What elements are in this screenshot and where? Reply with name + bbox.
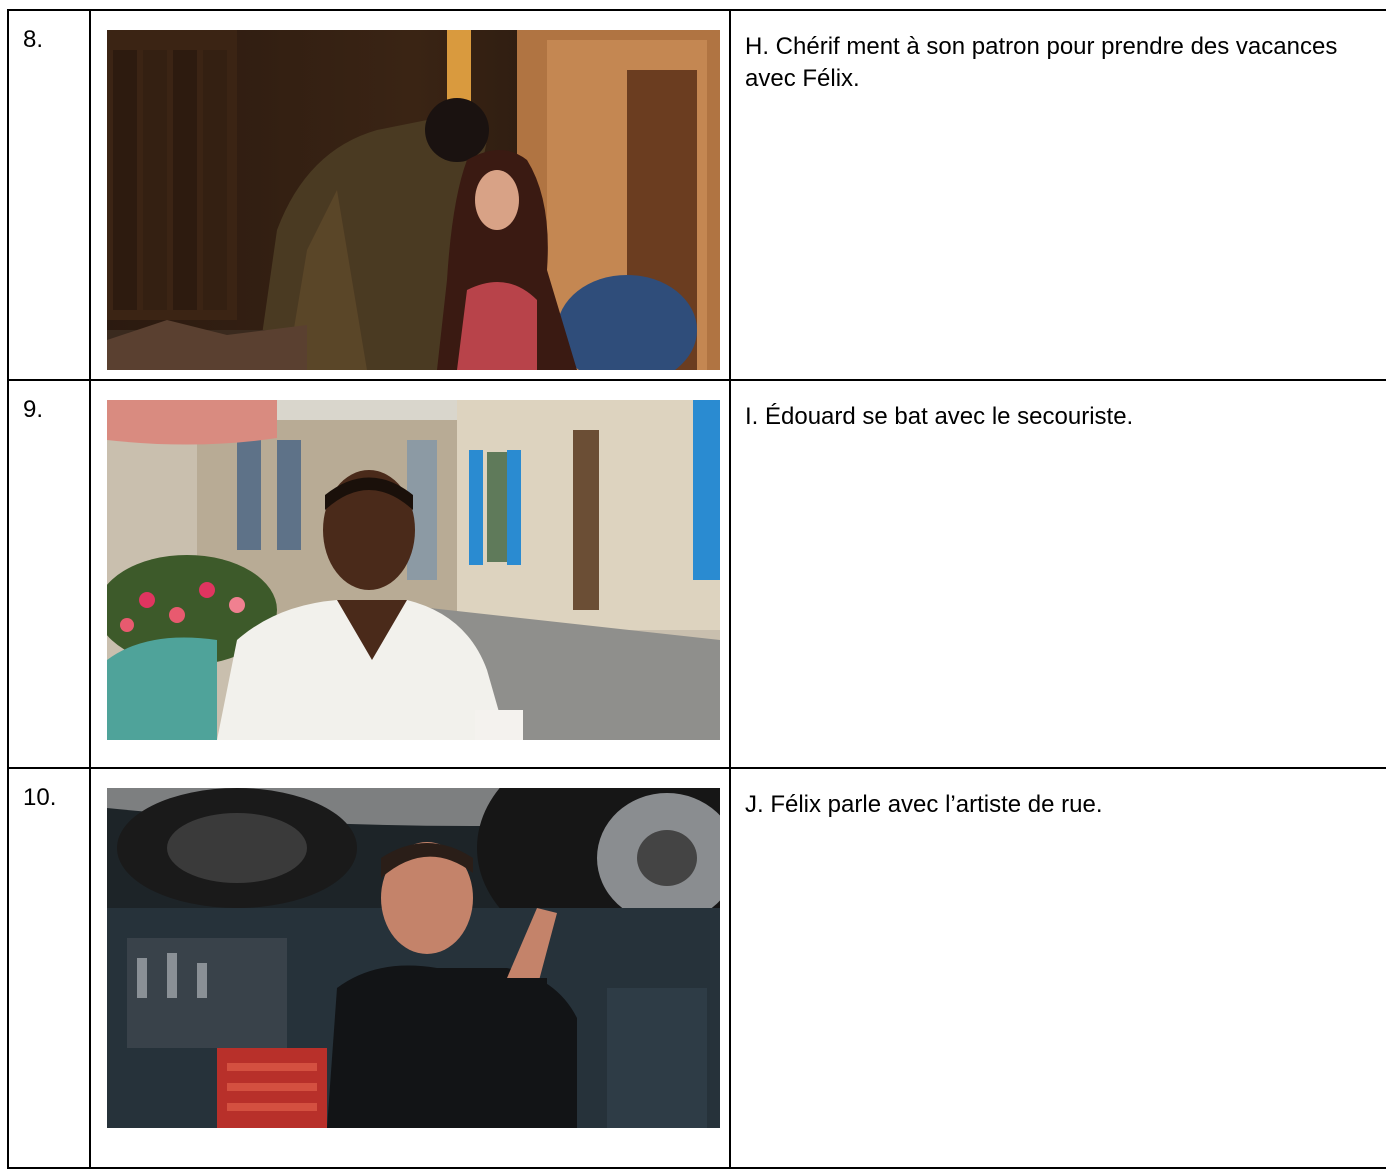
statement-text: I. Édouard se bat avec le secouriste.: [729, 379, 1386, 769]
statement-text: H. Chérif ment à son patron pour prendre…: [729, 9, 1386, 381]
row-number: 10.: [7, 767, 91, 1169]
table-row: 9. I. Édouard se bat avec le secouriste.: [7, 379, 1386, 769]
table-row: 8. H. Chérif ment à son patron pour pren…: [7, 9, 1386, 381]
film-still-cafe-terrace: [107, 400, 720, 740]
row-number: 8.: [7, 9, 91, 381]
matching-table: 8. H. Chérif ment à son patron pour pren…: [7, 9, 1386, 1169]
film-still-kiss: [107, 30, 720, 370]
statement-text: J. Félix parle avec l’artiste de rue.: [729, 767, 1386, 1169]
table-row: 10. J. Félix parle avec l’artiste de rue…: [7, 767, 1386, 1169]
film-still-garage: [107, 788, 720, 1128]
row-number: 9.: [7, 379, 91, 769]
